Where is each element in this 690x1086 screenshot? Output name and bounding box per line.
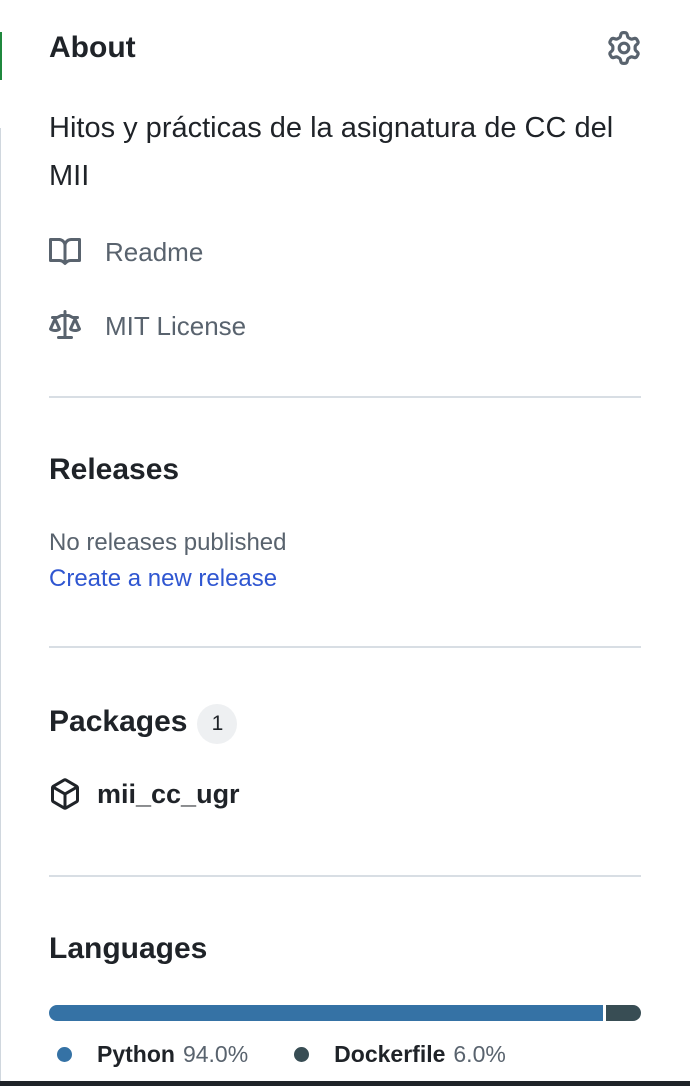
bottom-border	[0, 1081, 690, 1086]
language-item-dockerfile[interactable]: Dockerfile 6.0%	[294, 1041, 506, 1068]
package-icon	[49, 778, 81, 810]
language-bar	[49, 1005, 641, 1021]
packages-title: Packages	[49, 705, 188, 738]
language-name: Dockerfile	[334, 1040, 446, 1067]
section-divider	[49, 396, 641, 398]
packages-count-badge: 1	[197, 704, 238, 744]
about-header: About	[49, 28, 641, 68]
section-divider	[49, 646, 641, 648]
license-label: MIT License	[105, 310, 247, 341]
law-icon	[49, 310, 81, 342]
gear-icon[interactable]	[607, 31, 641, 65]
language-bar-segment-python	[49, 1005, 603, 1021]
readme-label: Readme	[105, 236, 204, 267]
language-bar-segment-dockerfile	[605, 1005, 641, 1021]
language-name: Python	[97, 1040, 175, 1067]
active-indicator	[0, 32, 2, 80]
no-releases-text: No releases published	[49, 529, 287, 556]
languages-title: Languages	[49, 932, 208, 965]
packages-header: Packages 1	[49, 700, 238, 744]
book-icon	[49, 236, 81, 268]
language-list: Python 94.0% Dockerfile 6.0%	[57, 1038, 552, 1070]
language-percent: 6.0%	[453, 1040, 506, 1067]
about-title: About	[49, 31, 136, 64]
left-border	[0, 128, 1, 1086]
section-divider	[49, 875, 641, 877]
license-link[interactable]: MIT License	[49, 308, 246, 344]
package-link[interactable]: mii_cc_ugr	[49, 776, 240, 812]
language-color-dot	[57, 1046, 72, 1062]
language-color-dot	[294, 1046, 310, 1062]
language-item-python[interactable]: Python 94.0%	[57, 1041, 248, 1068]
package-name: mii_cc_ugr	[97, 778, 240, 809]
releases-title: Releases	[49, 453, 180, 486]
readme-link[interactable]: Readme	[49, 234, 203, 270]
repo-description: Hitos y prácticas de la asignatura de CC…	[49, 112, 614, 192]
language-percent: 94.0%	[182, 1040, 249, 1067]
create-release-link[interactable]: Create a new release	[49, 563, 277, 595]
